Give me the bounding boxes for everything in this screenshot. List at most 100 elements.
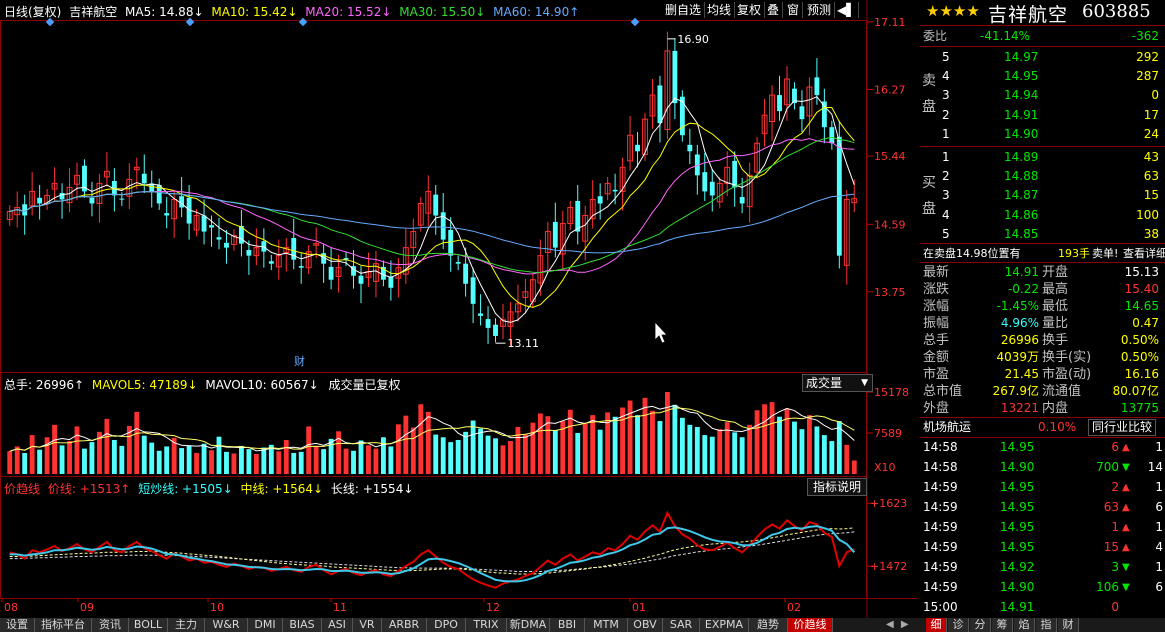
tab-16[interactable]: OBV [628, 618, 663, 632]
quote-tab-5[interactable]: 指 [1036, 618, 1057, 632]
remove-watchlist-button[interactable]: 删自选 [662, 2, 706, 18]
candle-body [672, 50, 678, 104]
overlay-button[interactable]: 叠 [764, 2, 784, 18]
stat-label: 外盘 [923, 401, 950, 416]
arrow-up-icon: ▲ [1122, 542, 1130, 553]
ma-button[interactable]: 均线 [704, 2, 736, 18]
volume-bar [246, 449, 252, 474]
tick-time: 14:58 [923, 460, 958, 474]
tick-price: 14.91 [1000, 600, 1035, 614]
view-detail-link[interactable]: 查看详细 [1123, 244, 1165, 263]
tab-3[interactable]: BOLL [129, 618, 168, 632]
volume-bar [52, 424, 58, 474]
quote-tab-3[interactable]: 筹 [992, 618, 1013, 632]
candle-body [328, 266, 334, 280]
tab-15[interactable]: MTM [585, 618, 628, 632]
candle-body [799, 106, 805, 120]
ma10-line [9, 107, 855, 308]
quote-tab-6[interactable]: 财 [1058, 618, 1079, 632]
tab-1[interactable]: 指标平台 [35, 618, 92, 632]
industry-compare-button[interactable]: 同行业比较 [1088, 419, 1157, 436]
industry-name[interactable]: 机场航运 [923, 418, 971, 437]
volume-indicator-select[interactable]: 成交量 ▼ [802, 374, 873, 392]
volume-bar [508, 441, 513, 474]
period-label[interactable]: 日线(复权) [4, 5, 61, 19]
tab-6[interactable]: DMI [248, 618, 283, 632]
wei-bi-label: 委比 [923, 29, 948, 43]
candle-body [821, 101, 827, 128]
tab-0[interactable]: 设置 [0, 618, 35, 632]
scroll-right-icon[interactable]: ▶ [901, 619, 909, 630]
volume-bar [709, 436, 715, 474]
tab-7[interactable]: BIAS [283, 618, 322, 632]
volume-bar [500, 445, 506, 474]
candle-body [635, 144, 640, 152]
tab-12[interactable]: TRIX [466, 618, 507, 632]
tick-price: 14.95 [1000, 540, 1035, 554]
quote-tab-2[interactable]: 分 [970, 618, 991, 632]
ma5-line [9, 96, 855, 323]
tab-19[interactable]: 趋势 [749, 618, 788, 632]
volume-bar [82, 448, 87, 474]
tab-9[interactable]: VR [353, 618, 382, 632]
tab-17[interactable]: SAR [663, 618, 700, 632]
tick-volume: 700 [1096, 460, 1119, 474]
tab-2[interactable]: 资讯 [92, 618, 129, 632]
tab-14[interactable]: BBI [550, 618, 585, 632]
tab-10[interactable]: ARBR [382, 618, 427, 632]
forecast-button[interactable]: 预测 [804, 2, 836, 18]
tab-18[interactable]: EXPMA [700, 618, 749, 632]
window-button[interactable]: 窗 [784, 2, 804, 18]
chart-canvas[interactable]: 17.11 16.27 15.44 14.59 13.75 16.90 13.11 财 1517… [0, 0, 918, 618]
indicator-header: 价趋线 价线: +1513↑ 短炒线: +1505↓ 中线: +1564↓ 长线… [4, 480, 413, 497]
favorite-stars[interactable]: ★★★★ [926, 2, 980, 20]
ask-price: 14.94 [1004, 88, 1039, 103]
volume-bar [119, 445, 125, 474]
quote-tab-0[interactable]: 细 [926, 618, 947, 632]
industry-pct: 0.10% [1038, 420, 1077, 434]
month-label: 10 [210, 601, 224, 614]
bid-row: 4 14.86 100 [920, 206, 1165, 225]
kline-chart-area[interactable]: 17.11 16.27 15.44 14.59 13.75 16.90 13.11 财 1517… [0, 0, 918, 618]
tab-5[interactable]: W&R [205, 618, 248, 632]
tick-price: 14.95 [1000, 480, 1035, 494]
volume-bar [664, 392, 670, 474]
volume-bar [642, 397, 648, 474]
mavol5-label: MAVOL5: 47189↓ [91, 378, 198, 392]
volume-bar [739, 437, 745, 474]
volume-bar [597, 429, 603, 474]
volume-bar [717, 429, 723, 474]
ask-price: 14.97 [1004, 50, 1039, 64]
candle-body [455, 262, 461, 264]
collapse-panel-button[interactable]: ◀▌ [834, 2, 860, 18]
tab-20[interactable]: 价趋线 [788, 618, 833, 632]
candle-body [552, 221, 558, 248]
tick-count: 14 [1147, 460, 1163, 474]
bid-level: 5 [942, 226, 950, 241]
volume-bar [358, 440, 364, 474]
quote-tabs: 细诊分筹焰指财 [926, 618, 1086, 632]
adjust-button[interactable]: 复权 [734, 2, 766, 18]
indicator-help-button[interactable]: 指标说明 [807, 478, 867, 496]
volume-bar [380, 437, 386, 474]
arrow-up-icon: ▲ [1122, 442, 1130, 453]
volume-bar [522, 434, 528, 474]
scroll-left-icon[interactable]: ◀ [886, 619, 894, 630]
tick-count: 6 [1155, 500, 1163, 514]
tab-11[interactable]: DPO [427, 618, 466, 632]
volume-bar [134, 411, 140, 474]
bid-row: 2 14.88 63 [920, 167, 1165, 186]
ask-levels: 5 14.97 292 4 14.95 287 3 14.94 0 2 14.91 17 1 14.90 2… [920, 48, 1165, 144]
quote-tab-4[interactable]: 焰 [1014, 618, 1035, 632]
month-label: 09 [80, 601, 94, 614]
tab-13[interactable]: 新DMA [507, 618, 550, 632]
tab-4[interactable]: 主力 [168, 618, 205, 632]
tick-time: 14:59 [923, 500, 958, 514]
month-label: 11 [333, 601, 347, 614]
quote-tab-1[interactable]: 诊 [948, 618, 969, 632]
tab-8[interactable]: ASI [322, 618, 353, 632]
sell-notice-vol: 193手 [1058, 247, 1090, 260]
volume-bar [463, 431, 469, 474]
price-axis-label: 14.59 [874, 218, 906, 231]
indicator-name[interactable]: 价趋线 [4, 482, 40, 496]
